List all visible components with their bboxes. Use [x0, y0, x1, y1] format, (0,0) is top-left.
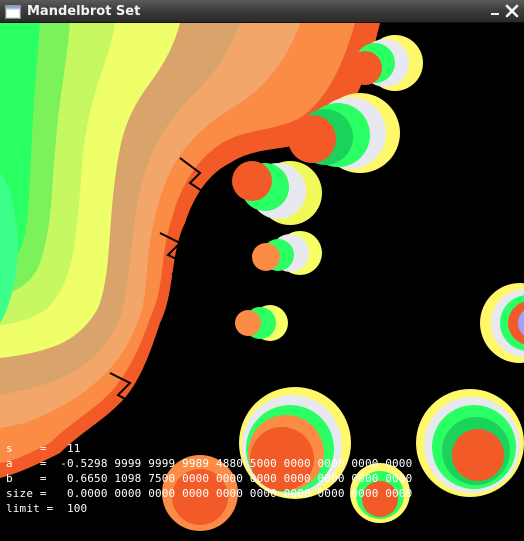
window-app-icon[interactable]	[5, 4, 21, 19]
mandelbrot-window: Mandelbrot Set s = 11 a = -0.5298 9999 9…	[0, 0, 524, 541]
fractal-canvas[interactable]	[0, 23, 524, 541]
title-bar[interactable]: Mandelbrot Set	[0, 0, 524, 23]
close-icon[interactable]	[505, 4, 519, 18]
minimize-icon[interactable]	[488, 4, 502, 18]
window-title: Mandelbrot Set	[27, 4, 141, 19]
